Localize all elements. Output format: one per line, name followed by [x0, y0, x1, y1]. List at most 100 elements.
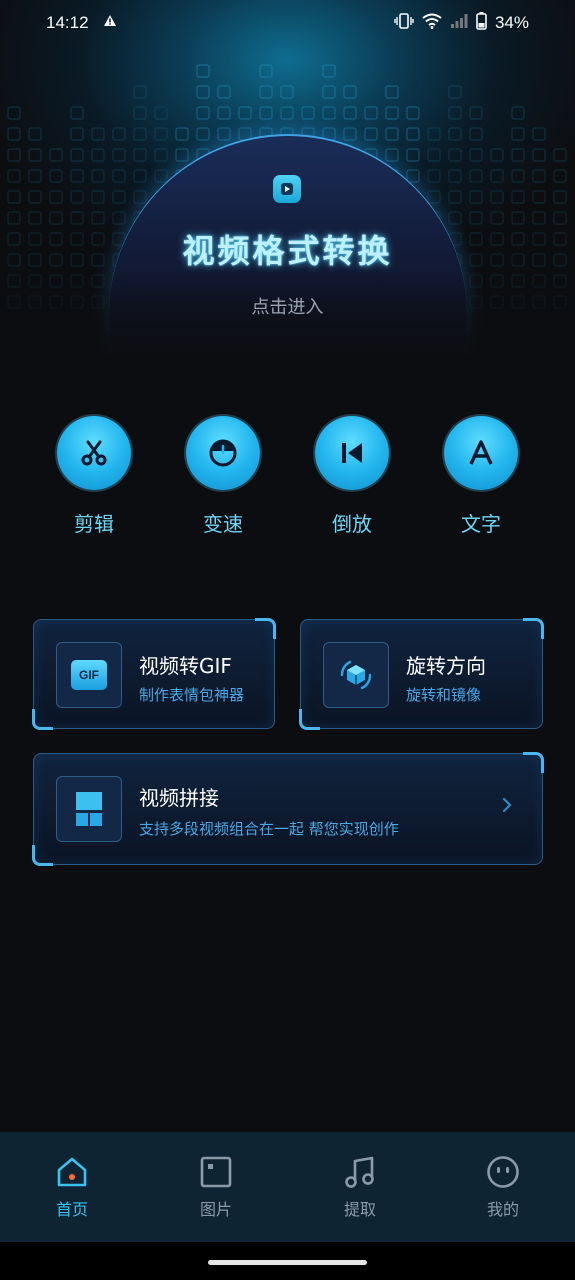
tool-text[interactable]: 文字: [443, 416, 519, 537]
vibrate-icon: [394, 13, 414, 33]
nav-label: 首页: [55, 1200, 88, 1219]
battery-icon: [476, 12, 487, 34]
pattern-cell: [385, 106, 399, 120]
battery-percent: 34%: [494, 13, 529, 32]
pattern-cell: [70, 190, 84, 204]
pattern-cell: [70, 106, 84, 120]
pattern-cell: [259, 85, 273, 99]
hero-banner[interactable]: 视频格式转换 点击进入: [0, 0, 575, 360]
pattern-cell: [364, 127, 378, 141]
pattern-cell: [322, 64, 336, 78]
pattern-cell: [532, 190, 546, 204]
gesture-area: [0, 1242, 575, 1280]
gif-icon: GIF: [56, 642, 122, 708]
nav-label: 提取: [343, 1200, 376, 1219]
pattern-cell: [175, 148, 189, 162]
wifi-icon: [422, 13, 442, 33]
alert-triangle-icon: [104, 15, 116, 30]
pattern-cell: [553, 211, 567, 225]
pattern-cell: [427, 169, 441, 183]
pattern-cell: [112, 127, 126, 141]
pattern-cell: [238, 106, 252, 120]
pattern-cell: [322, 85, 336, 99]
card-title: 视频转GIF: [139, 654, 232, 678]
pattern-cell: [448, 190, 462, 204]
pattern-cell: [490, 169, 504, 183]
pattern-cell: [112, 148, 126, 162]
tool-cut[interactable]: 剪辑: [56, 416, 132, 537]
pattern-cell: [385, 127, 399, 141]
pattern-cell: [511, 211, 525, 225]
pattern-cell: [427, 148, 441, 162]
image-icon: [176, 1154, 256, 1190]
pattern-cell: [91, 190, 105, 204]
pattern-cell: [196, 106, 210, 120]
pattern-cell: [217, 85, 231, 99]
card-subtitle: 旋转和镜像: [406, 686, 482, 704]
pattern-cell: [154, 127, 168, 141]
pattern-cell: [196, 85, 210, 99]
nav-item-home[interactable]: 首页: [32, 1154, 112, 1220]
pattern-cell: [385, 148, 399, 162]
pattern-cell: [301, 106, 315, 120]
pattern-cell: [406, 127, 420, 141]
pattern-cell: [175, 127, 189, 141]
card-title: 旋转方向: [406, 654, 486, 678]
rewind-icon: [315, 416, 389, 490]
pattern-cell: [91, 211, 105, 225]
nav-item-extract[interactable]: 提取: [320, 1154, 400, 1220]
pattern-cell: [427, 127, 441, 141]
pattern-cell: [553, 169, 567, 183]
pattern-cell: [217, 106, 231, 120]
pattern-cell: [511, 190, 525, 204]
text-a-icon: [444, 416, 518, 490]
rotate-card[interactable]: 旋转方向 旋转和镜像: [299, 618, 544, 730]
signal-icon: [450, 13, 468, 33]
pattern-cell: [49, 148, 63, 162]
pattern-cell: [133, 190, 147, 204]
pattern-cell: [490, 190, 504, 204]
pattern-cell: [469, 127, 483, 141]
pattern-cell: [7, 211, 21, 225]
tool-reverse[interactable]: 倒放: [314, 416, 390, 537]
pattern-cell: [469, 211, 483, 225]
play-icon: [273, 175, 301, 203]
pattern-cell: [343, 85, 357, 99]
pattern-cell: [259, 106, 273, 120]
pattern-cell: [28, 148, 42, 162]
nav-item-mine[interactable]: 我的: [463, 1154, 543, 1220]
video-splice-card[interactable]: 视频拼接 支持多段视频组合在一起 帮您实现创作: [32, 752, 544, 866]
pattern-cell: [217, 127, 231, 141]
pattern-cell: [196, 127, 210, 141]
nav-item-image[interactable]: 图片: [176, 1154, 256, 1220]
video-to-gif-card[interactable]: GIF 视频转GIF 制作表情包神器: [32, 618, 276, 730]
card-subtitle: 支持多段视频组合在一起 帮您实现创作: [139, 820, 399, 838]
status-bar: 14:12 34%: [0, 0, 575, 48]
pattern-cell: [469, 190, 483, 204]
pattern-cell: [280, 106, 294, 120]
pattern-cell: [511, 148, 525, 162]
hero-title: 视频格式转换: [182, 232, 393, 270]
pattern-cell: [448, 148, 462, 162]
music-note-icon: [320, 1154, 400, 1190]
tool-label: 文字: [461, 512, 501, 536]
tool-label: 倒放: [332, 512, 372, 536]
pattern-cell: [322, 106, 336, 120]
pattern-cell: [7, 106, 21, 120]
scissors-icon: [57, 416, 131, 490]
pattern-cell: [406, 106, 420, 120]
pattern-cell: [511, 106, 525, 120]
pattern-cell: [469, 106, 483, 120]
tool-speed[interactable]: 变速: [185, 416, 261, 537]
pattern-cell: [91, 169, 105, 183]
pattern-cell: [448, 211, 462, 225]
pattern-cell: [112, 190, 126, 204]
pattern-cell: [343, 106, 357, 120]
pattern-cell: [469, 148, 483, 162]
bottom-navigation: 首页 图片 提取 我的: [0, 1132, 575, 1242]
pattern-cell: [7, 127, 21, 141]
pattern-cell: [154, 148, 168, 162]
home-gesture-bar[interactable]: [208, 1260, 367, 1265]
pattern-cell: [7, 190, 21, 204]
pattern-cell: [385, 85, 399, 99]
